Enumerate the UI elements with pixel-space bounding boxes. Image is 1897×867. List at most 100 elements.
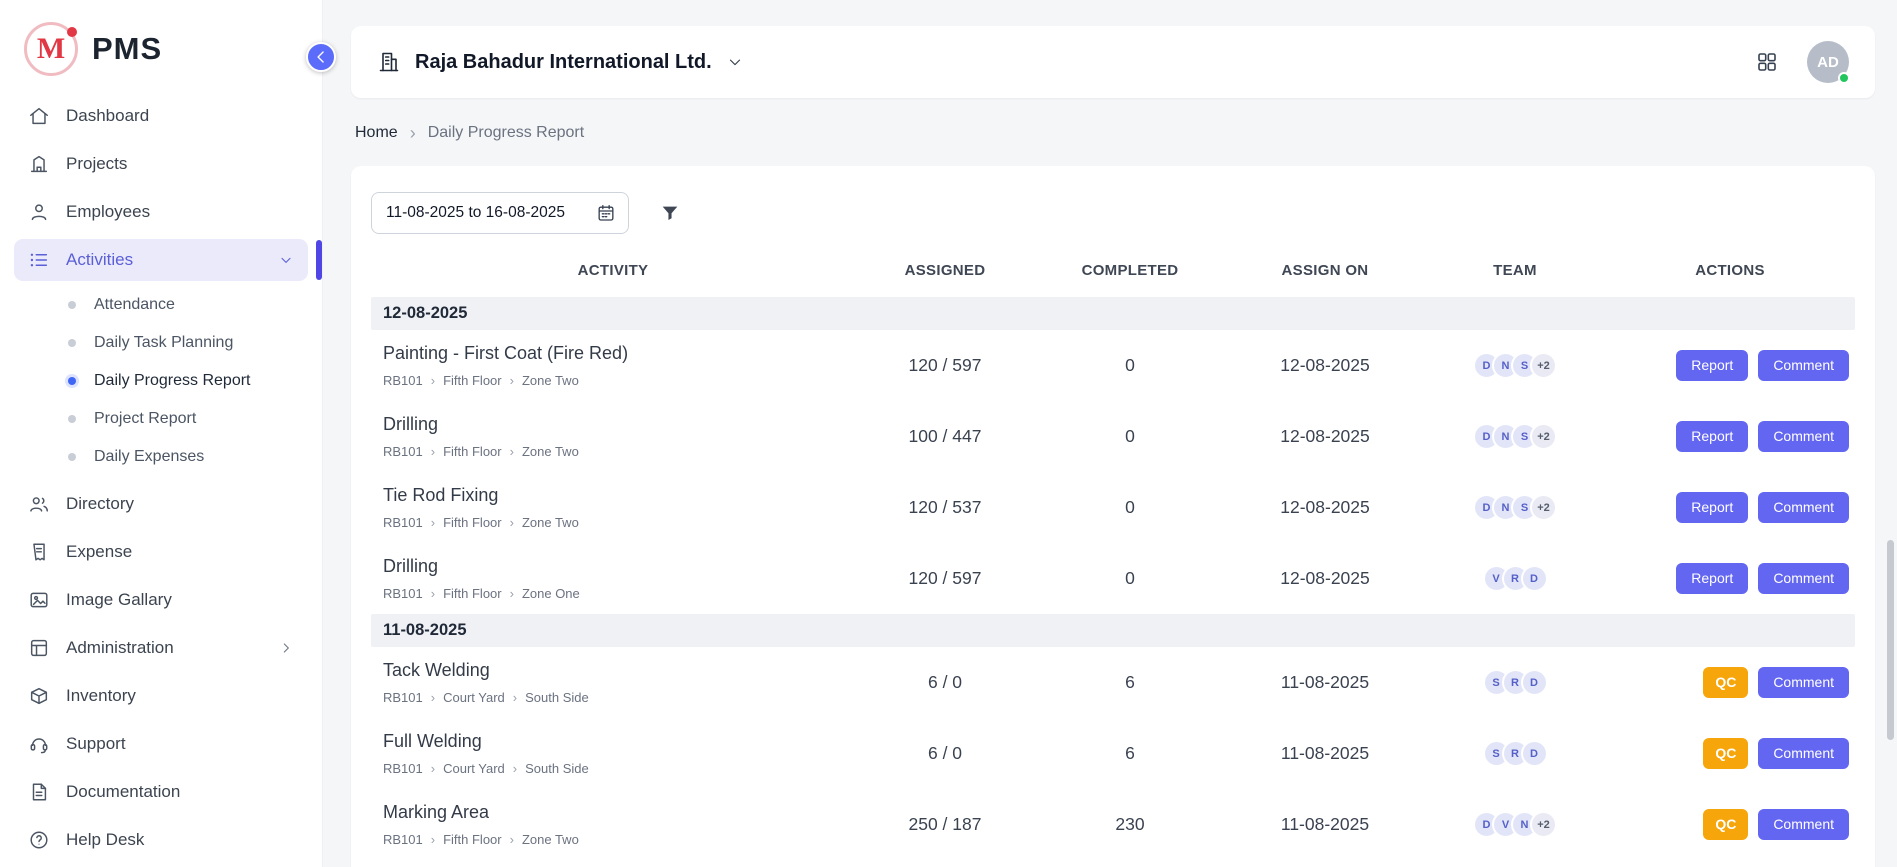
logo: M PMS bbox=[0, 14, 322, 92]
sidebar-subitem-daily-progress-report[interactable]: Daily Progress Report bbox=[0, 362, 322, 400]
activity-cell: Full WeldingRB101›Court Yard›South Side bbox=[371, 731, 855, 776]
path-segment: Zone One bbox=[522, 586, 580, 601]
sidebar-item-image-gallary[interactable]: Image Gallary bbox=[14, 579, 308, 621]
filter-row bbox=[371, 192, 1855, 234]
sidebar-item-support[interactable]: Support bbox=[14, 723, 308, 765]
sidebar-item-label: Projects bbox=[66, 154, 127, 174]
sidebar: M PMS Dashboard Projects Employees Activiti… bbox=[0, 0, 323, 867]
team-member-avatar[interactable]: D bbox=[1521, 669, 1548, 696]
filter-icon[interactable] bbox=[659, 202, 681, 224]
team-member-avatar[interactable]: D bbox=[1521, 740, 1548, 767]
assign-on-date: 12-08-2025 bbox=[1225, 568, 1425, 589]
sidebar-item-label: Documentation bbox=[66, 782, 180, 802]
assigned-value: 100 / 447 bbox=[855, 426, 1035, 447]
assign-on-date: 12-08-2025 bbox=[1225, 497, 1425, 518]
report-button[interactable]: Report bbox=[1676, 563, 1748, 594]
completed-value: 0 bbox=[1035, 355, 1225, 376]
date-group-header: 12-08-2025 bbox=[371, 297, 1855, 330]
chevron-right-icon: › bbox=[510, 374, 514, 387]
sidebar-item-documentation[interactable]: Documentation bbox=[14, 771, 308, 813]
chevron-right-icon: › bbox=[510, 587, 514, 600]
sidebar-item-expense[interactable]: Expense bbox=[14, 531, 308, 573]
avatar[interactable]: AD bbox=[1807, 41, 1849, 83]
team-overflow-badge[interactable]: +2 bbox=[1530, 811, 1557, 838]
chevron-right-icon: › bbox=[431, 374, 435, 387]
team-overflow-badge[interactable]: +2 bbox=[1530, 423, 1557, 450]
path-segment: South Side bbox=[525, 761, 589, 776]
sidebar-nav: Dashboard Projects Employees Activities Atte… bbox=[0, 92, 322, 864]
sidebar-subitem-label: Daily Task Planning bbox=[94, 334, 233, 352]
activities-icon bbox=[28, 249, 50, 271]
directory-icon bbox=[28, 493, 50, 515]
sidebar-collapse-button[interactable] bbox=[306, 42, 336, 72]
sidebar-item-inventory[interactable]: Inventory bbox=[14, 675, 308, 717]
qc-button[interactable]: QC bbox=[1703, 738, 1748, 769]
sidebar-subitem-project-report[interactable]: Project Report bbox=[0, 400, 322, 438]
sidebar-item-label: Activities bbox=[66, 250, 133, 270]
projects-icon bbox=[28, 153, 50, 175]
table-row: Tack WeldingRB101›Court Yard›South Side6… bbox=[371, 647, 1855, 718]
scrollbar[interactable] bbox=[1887, 540, 1894, 740]
qc-button[interactable]: QC bbox=[1703, 809, 1748, 840]
actions-cell: Report Comment bbox=[1605, 563, 1855, 594]
activity-location-path: RB101›Fifth Floor›Zone Two bbox=[383, 444, 855, 459]
sidebar-subitem-daily-task-planning[interactable]: Daily Task Planning bbox=[0, 324, 322, 362]
comment-button[interactable]: Comment bbox=[1758, 667, 1849, 698]
sidebar-subitem-daily-expenses[interactable]: Daily Expenses bbox=[0, 438, 322, 476]
activity-cell: DrillingRB101›Fifth Floor›Zone Two bbox=[371, 414, 855, 459]
team-overflow-badge[interactable]: +2 bbox=[1530, 494, 1557, 521]
chevron-down-icon bbox=[278, 252, 294, 268]
activity-location-path: RB101 › Court Yard › South Side bbox=[383, 761, 855, 776]
team-member-avatar[interactable]: D bbox=[1521, 565, 1548, 592]
path-segment: Fifth Floor bbox=[443, 515, 502, 530]
sidebar-subitem-label: Daily Expenses bbox=[94, 448, 204, 466]
chevron-right-icon: › bbox=[510, 833, 514, 846]
chevron-right-icon: › bbox=[431, 762, 435, 775]
sidebar-subitem-label: Attendance bbox=[94, 296, 175, 314]
activity-location-path: RB101›Fifth Floor›Zone One bbox=[383, 586, 855, 601]
company-selector[interactable]: Raja Bahadur International Ltd. bbox=[377, 50, 744, 74]
sidebar-item-label: Administration bbox=[66, 638, 174, 658]
team-overflow-badge[interactable]: +2 bbox=[1530, 352, 1557, 379]
apps-grid-icon[interactable] bbox=[1755, 50, 1779, 74]
path-segment: RB101 bbox=[383, 444, 423, 459]
qc-button[interactable]: QC bbox=[1703, 667, 1748, 698]
chevron-right-icon: › bbox=[513, 762, 517, 775]
date-range-value[interactable] bbox=[384, 203, 588, 223]
team-cell: DNS+2 bbox=[1425, 423, 1605, 450]
logo-dot bbox=[67, 27, 77, 37]
sidebar-item-dashboard[interactable]: Dashboard bbox=[14, 95, 308, 137]
path-segment: RB101 bbox=[383, 761, 423, 776]
sidebar-item-help-desk[interactable]: Help Desk bbox=[14, 819, 308, 861]
report-button[interactable]: Report bbox=[1676, 421, 1748, 452]
date-range-input[interactable] bbox=[371, 192, 629, 234]
comment-button[interactable]: Comment bbox=[1758, 563, 1849, 594]
comment-button[interactable]: Comment bbox=[1758, 350, 1849, 381]
report-button[interactable]: Report bbox=[1676, 350, 1748, 381]
building-icon bbox=[377, 50, 401, 74]
comment-button[interactable]: Comment bbox=[1758, 492, 1849, 523]
path-segment: Court Yard bbox=[443, 761, 505, 776]
completed-value: 0 bbox=[1035, 426, 1225, 447]
table-body: 12-08-2025Painting - First Coat (Fire Re… bbox=[371, 297, 1855, 867]
comment-button[interactable]: Comment bbox=[1758, 809, 1849, 840]
documentation-icon bbox=[28, 781, 50, 803]
sidebar-item-directory[interactable]: Directory bbox=[14, 483, 308, 525]
team-cell: SRD bbox=[1425, 740, 1605, 767]
chevron-left-icon bbox=[311, 47, 331, 67]
sidebar-item-administration[interactable]: Administration bbox=[14, 627, 308, 669]
column-header-activity: ACTIVITY bbox=[371, 262, 855, 279]
path-segment: RB101 bbox=[383, 515, 423, 530]
bullet-icon bbox=[68, 377, 76, 385]
comment-button[interactable]: Comment bbox=[1758, 421, 1849, 452]
sidebar-subitem-attendance[interactable]: Attendance bbox=[0, 286, 322, 324]
table-row: DrillingRB101›Fifth Floor›Zone One120 / … bbox=[371, 543, 1855, 614]
sidebar-item-employees[interactable]: Employees bbox=[14, 191, 308, 233]
breadcrumb-home[interactable]: Home bbox=[355, 124, 398, 142]
report-button[interactable]: Report bbox=[1676, 492, 1748, 523]
sidebar-item-activities[interactable]: Activities bbox=[14, 239, 308, 281]
table-row: Painting - First Coat (Fire Red)RB101›Fi… bbox=[371, 330, 1855, 401]
path-segment: RB101 bbox=[383, 586, 423, 601]
comment-button[interactable]: Comment bbox=[1758, 738, 1849, 769]
sidebar-item-projects[interactable]: Projects bbox=[14, 143, 308, 185]
